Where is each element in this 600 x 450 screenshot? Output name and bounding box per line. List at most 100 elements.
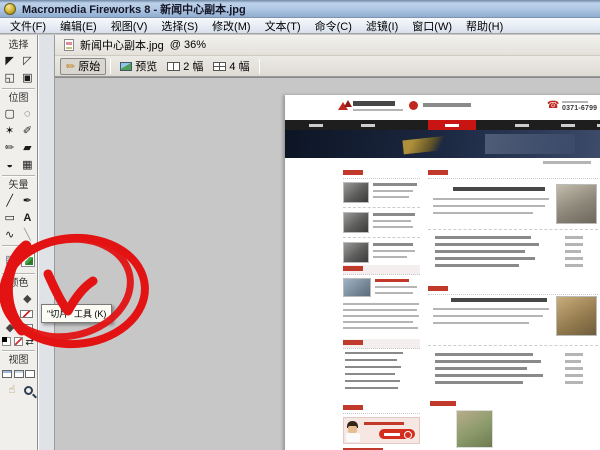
hand-tool-icon[interactable] bbox=[4, 382, 20, 398]
scale-tool-icon[interactable] bbox=[2, 70, 18, 86]
menu-commands[interactable]: 命令(C) bbox=[308, 17, 359, 35]
pencil-tool-icon[interactable] bbox=[2, 140, 18, 156]
menu-window[interactable]: 窗口(W) bbox=[405, 17, 459, 35]
eraser-tool-icon[interactable] bbox=[19, 140, 35, 156]
fill-color-chip[interactable] bbox=[20, 324, 33, 332]
hotspot-tool-icon[interactable] bbox=[2, 252, 18, 268]
text-tool-icon[interactable] bbox=[19, 210, 35, 226]
nav-item bbox=[445, 124, 459, 127]
document-tab-title: 新闻中心副本.jpg bbox=[80, 37, 164, 53]
fill-color-icon[interactable] bbox=[4, 320, 16, 336]
rectangle-tool-icon[interactable] bbox=[2, 210, 18, 226]
pen-tool-icon[interactable] bbox=[19, 193, 35, 209]
menu-help[interactable]: 帮助(H) bbox=[459, 17, 510, 35]
document-tab-bar[interactable]: 新闻中心副本.jpg @ 36% bbox=[55, 35, 600, 56]
four-up-icon bbox=[213, 62, 226, 71]
breadcrumb bbox=[543, 161, 591, 164]
divider bbox=[428, 345, 598, 346]
panel-gutter bbox=[38, 35, 55, 450]
tools-section-bitmap-label: 位图 bbox=[0, 92, 37, 105]
tools-section-select-label: 选择 bbox=[0, 39, 37, 52]
related-image-thumb bbox=[456, 410, 493, 448]
preview-mode-bar: ✏ 原始 预览 2 幅 4 幅 bbox=[55, 56, 600, 77]
sidebar-section-header bbox=[343, 265, 420, 275]
main-section-header bbox=[428, 285, 598, 295]
document-canvas[interactable]: ☎ 0371-6799 bbox=[55, 77, 600, 450]
original-view-label: 原始 bbox=[78, 58, 100, 74]
standard-screen-mode-button[interactable] bbox=[2, 370, 12, 378]
fireworks-app-icon bbox=[4, 3, 16, 15]
slice-tool-tooltip: "切片" 工具 (K) bbox=[41, 304, 112, 323]
lasso-tool-icon[interactable] bbox=[19, 106, 35, 122]
sidebar-section-header bbox=[343, 169, 420, 179]
toolbar-separator bbox=[110, 59, 111, 74]
knife-tool-icon[interactable] bbox=[19, 227, 35, 243]
line-tool-icon[interactable] bbox=[2, 193, 18, 209]
sidebar-ad-banner bbox=[343, 417, 420, 444]
article-image bbox=[556, 184, 597, 224]
tools-section-vector-label: 矢量 bbox=[0, 179, 37, 192]
phone-number: 0371-6799 bbox=[562, 105, 597, 112]
crop-tool-icon[interactable] bbox=[19, 70, 35, 86]
nav-item bbox=[309, 124, 323, 127]
menu-edit[interactable]: 编辑(E) bbox=[53, 17, 104, 35]
site-slogan-text bbox=[423, 103, 471, 107]
title-bar: Macromedia Fireworks 8 - 新闻中心副本.jpg bbox=[0, 0, 600, 18]
full-screen-with-menus-mode-button[interactable] bbox=[14, 370, 24, 378]
subselection-tool-icon[interactable] bbox=[19, 53, 35, 69]
preview-view-label: 预览 bbox=[135, 58, 157, 74]
toolbar-separator bbox=[259, 59, 260, 74]
image-artifact-line bbox=[530, 383, 546, 450]
two-up-view-button[interactable]: 2 幅 bbox=[162, 58, 208, 75]
tools-divider bbox=[2, 273, 35, 275]
document-window: 新闻中心副本.jpg @ 36% ✏ 原始 预览 2 幅 bbox=[55, 35, 600, 450]
tools-divider bbox=[2, 175, 35, 177]
image-artifact-line bbox=[514, 377, 530, 450]
pointer-tool-icon[interactable] bbox=[2, 53, 18, 69]
original-view-button[interactable]: ✏ 原始 bbox=[60, 58, 106, 75]
tools-panel: 选择 位图 bbox=[0, 35, 38, 450]
document-zoom-level: @ 36% bbox=[170, 39, 206, 51]
menu-view[interactable]: 视图(V) bbox=[104, 17, 155, 35]
zoom-tool-icon[interactable] bbox=[24, 386, 33, 395]
two-up-icon bbox=[167, 62, 180, 71]
four-up-view-button[interactable]: 4 幅 bbox=[208, 58, 254, 75]
article-title bbox=[453, 187, 545, 191]
magic-wand-tool-icon[interactable] bbox=[2, 123, 18, 139]
tools-divider bbox=[2, 245, 35, 247]
tools-section-view-label: 视图 bbox=[0, 354, 37, 367]
two-up-label: 2 幅 bbox=[183, 58, 203, 74]
tools-divider bbox=[2, 88, 35, 90]
swap-colors-icon[interactable] bbox=[25, 337, 35, 347]
menu-select[interactable]: 选择(S) bbox=[154, 17, 205, 35]
article-title bbox=[451, 298, 547, 302]
slice-tool-icon[interactable] bbox=[21, 253, 35, 267]
brush-tool-icon[interactable] bbox=[19, 123, 35, 139]
marquee-tool-icon[interactable] bbox=[2, 106, 18, 122]
no-color-icon[interactable] bbox=[14, 337, 23, 346]
divider bbox=[428, 229, 598, 230]
nav-item bbox=[361, 124, 375, 127]
menu-modify[interactable]: 修改(M) bbox=[205, 17, 258, 35]
preview-image-icon bbox=[120, 62, 132, 71]
preview-view-button[interactable]: 预览 bbox=[115, 58, 162, 75]
paint-bucket-tool-icon[interactable] bbox=[19, 291, 35, 307]
blur-tool-icon[interactable] bbox=[2, 157, 18, 173]
site-logo-mark bbox=[338, 100, 349, 111]
rubber-stamp-tool-icon[interactable] bbox=[19, 157, 35, 173]
stroke-color-chip[interactable] bbox=[20, 310, 33, 318]
menu-file[interactable]: 文件(F) bbox=[3, 17, 53, 35]
eyedropper-tool-icon[interactable] bbox=[2, 291, 18, 307]
site-logo-caption bbox=[353, 109, 403, 111]
menu-filters[interactable]: 滤镜(I) bbox=[359, 17, 405, 35]
menu-text[interactable]: 文本(T) bbox=[258, 17, 308, 35]
full-screen-mode-button[interactable] bbox=[25, 370, 35, 378]
nav-item bbox=[561, 124, 575, 127]
site-badge-icon bbox=[409, 101, 418, 110]
tools-divider bbox=[2, 350, 35, 352]
webpage-design-image: ☎ 0371-6799 bbox=[285, 95, 600, 450]
four-up-label: 4 幅 bbox=[229, 58, 249, 74]
nav-item bbox=[515, 124, 529, 127]
default-colors-icon[interactable] bbox=[2, 337, 11, 346]
freeform-tool-icon[interactable] bbox=[2, 227, 18, 243]
